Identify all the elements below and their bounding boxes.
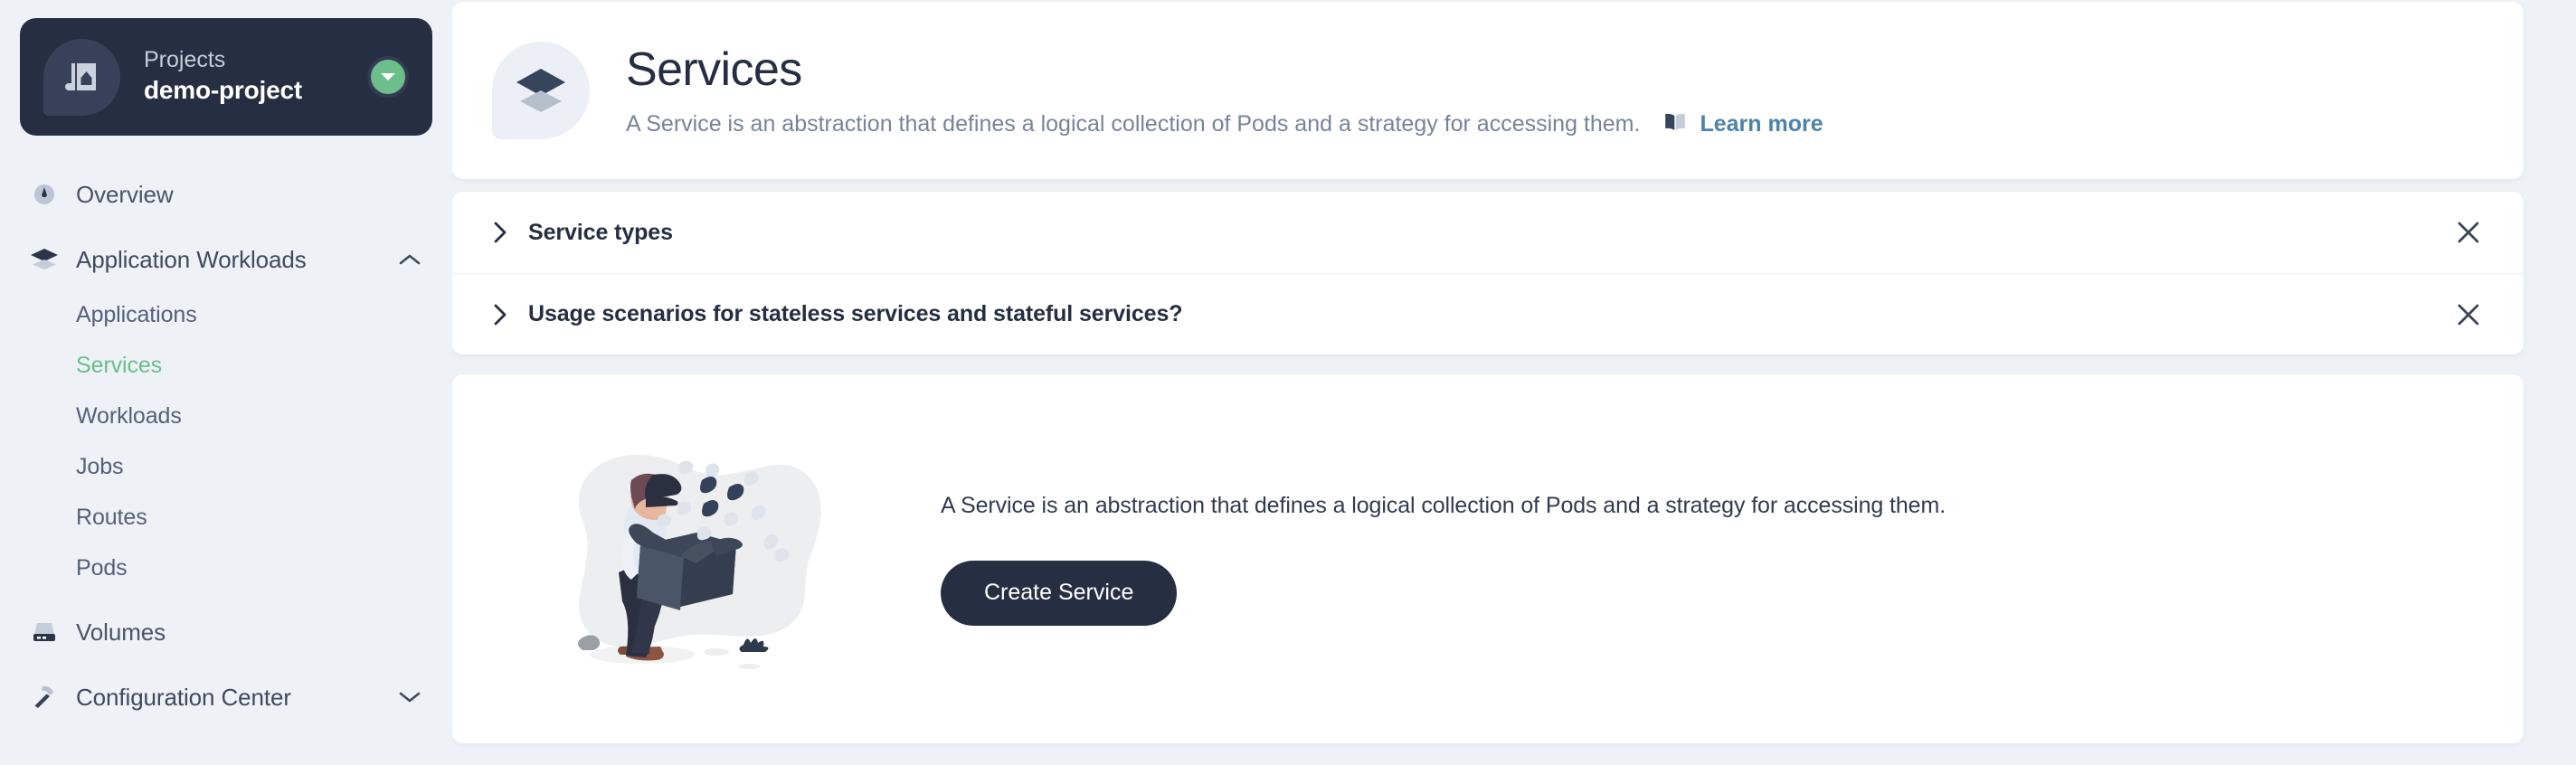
hard-drive-icon (29, 620, 60, 644)
empty-state-description: A Service is an abstraction that defines… (941, 492, 1946, 518)
close-icon[interactable] (2446, 292, 2491, 337)
sidebar-item-label: Applications (76, 301, 197, 327)
sidebar-item-application-workloads[interactable]: Application Workloads (0, 233, 452, 286)
person-with-empty-box-illustration (543, 435, 841, 684)
main-content: Services A Service is an abstraction tha… (452, 0, 2576, 765)
sidebar-item-label: Jobs (76, 453, 124, 479)
app-root: Projects demo-project Overview Applicati… (0, 0, 2576, 765)
accordion-row-service-types[interactable]: Service types (452, 192, 2524, 273)
create-service-button[interactable]: Create Service (941, 560, 1178, 626)
sidebar-subnav: Applications Services Workloads Jobs Rou… (0, 289, 452, 593)
accordion-card: Service types Usage scenarios for statel… (452, 192, 2524, 354)
project-selector[interactable]: Projects demo-project (20, 18, 432, 136)
sidebar-item-label: Configuration Center (76, 683, 291, 711)
services-layers-icon (492, 42, 590, 139)
sidebar-item-label: Volumes (76, 618, 166, 646)
hammer-icon (29, 684, 60, 711)
sidebar-item-workloads[interactable]: Workloads (0, 391, 452, 441)
sidebar-item-label: Routes (76, 504, 147, 530)
layers-icon (29, 248, 60, 271)
sidebar-nav: Overview Application Workloads Applicati (0, 168, 452, 723)
book-icon (1663, 112, 1687, 137)
project-meta: Projects demo-project (144, 46, 367, 108)
accordion-row-usage-scenarios[interactable]: Usage scenarios for stateless services a… (452, 273, 2524, 354)
sidebar-item-label: Pods (76, 554, 128, 581)
sidebar-item-volumes[interactable]: Volumes (0, 606, 452, 658)
page-subtitle-row: A Service is an abstraction that defines… (626, 111, 2524, 137)
sidebar-item-label: Workloads (76, 402, 182, 429)
project-label: Projects (144, 47, 226, 73)
empty-state-body: A Service is an abstraction that defines… (941, 493, 2524, 626)
empty-state-card: A Service is an abstraction that defines… (452, 374, 2524, 743)
sidebar-item-routes[interactable]: Routes (0, 492, 452, 543)
page-header-text: Services A Service is an abstraction tha… (626, 43, 2524, 138)
sidebar-item-jobs[interactable]: Jobs (0, 441, 452, 492)
sidebar-item-services[interactable]: Services (0, 340, 452, 391)
gauge-icon (29, 181, 60, 208)
learn-more-label: Learn more (1700, 111, 1823, 137)
accordion-title: Usage scenarios for stateless services a… (528, 301, 1183, 326)
sidebar-item-label: Services (76, 352, 163, 378)
sidebar: Projects demo-project Overview Applicati… (0, 0, 452, 765)
learn-more-link[interactable]: Learn more (1663, 111, 1823, 137)
sidebar-item-pods[interactable]: Pods (0, 543, 452, 593)
page-header-card: Services A Service is an abstraction tha… (452, 2, 2524, 179)
chevron-up-icon[interactable] (398, 252, 421, 267)
project-blueprint-icon (43, 38, 120, 116)
accordion-title: Service types (528, 219, 673, 245)
project-name: demo-project (144, 76, 302, 105)
sidebar-item-label: Overview (76, 180, 174, 208)
chevron-right-icon[interactable] (492, 303, 508, 326)
page-title: Services (626, 42, 802, 96)
chevron-down-circle-icon[interactable] (367, 56, 409, 98)
sidebar-item-applications[interactable]: Applications (0, 289, 452, 340)
sidebar-item-label: Application Workloads (76, 245, 307, 273)
sidebar-item-configuration-center[interactable]: Configuration Center (0, 671, 452, 723)
chevron-down-icon[interactable] (398, 690, 421, 704)
page-description: A Service is an abstraction that defines… (626, 111, 1641, 137)
chevron-right-icon[interactable] (492, 221, 508, 244)
sidebar-item-overview[interactable]: Overview (0, 168, 452, 221)
close-icon[interactable] (2446, 210, 2491, 255)
